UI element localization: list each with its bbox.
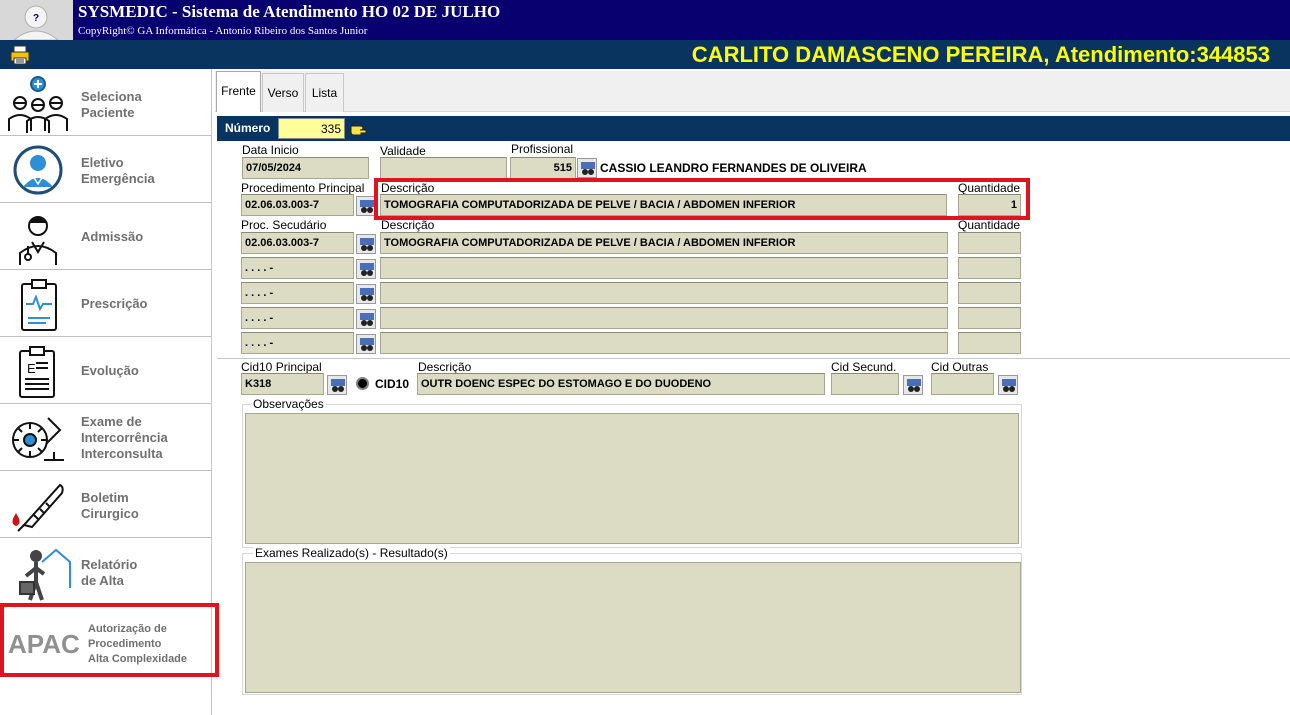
proc-principal-code-field[interactable]: 02.06.03.003-7 (241, 194, 354, 216)
proc-secundario-desc-field[interactable] (380, 282, 948, 304)
clipboard-pulse-icon (6, 276, 66, 332)
sidebar-item-label: Boletim Cirurgico (81, 490, 139, 521)
proc-secundario-code-field[interactable]: . . . . - (241, 332, 354, 354)
proc-secundario-search-icon[interactable] (356, 259, 376, 279)
proc-secundario-code-field[interactable]: . . . . - (241, 257, 354, 279)
cid10-radio-button[interactable] (356, 377, 369, 390)
proc-secundario-search-icon[interactable] (356, 334, 376, 354)
cid10-principal-label: Cid10 Principal (241, 360, 322, 374)
cid10-search-icon[interactable] (327, 375, 347, 395)
doctor-icon (6, 142, 66, 198)
window-title: SYSMEDIC - Sistema de Atendimento HO 02 … (78, 2, 501, 21)
section-divider (217, 358, 1290, 359)
admission-icon (6, 209, 66, 265)
tab-frente[interactable]: Frente (216, 71, 261, 112)
validade-label: Validade (380, 144, 426, 158)
cid-secund-label: Cid Secund. (831, 360, 897, 374)
profissional-label: Profissional (511, 142, 574, 156)
data-inicio-field[interactable]: 07/05/2024 (242, 157, 369, 179)
number-field[interactable]: 335 (278, 118, 345, 139)
sidebar-item-label: Admissão (81, 229, 144, 244)
svg-text:?: ? (33, 13, 39, 24)
tab-lista[interactable]: Lista (305, 73, 344, 112)
sidebar-item-label: Exame de Intercorrência Interconsulta (81, 414, 168, 461)
sidebar-item-label: Prescrição (81, 296, 148, 311)
proc-secundario-qty-field[interactable] (958, 257, 1021, 279)
proc-secundario-desc-field[interactable] (380, 257, 948, 279)
app-logo-icon: ? (0, 0, 73, 40)
exames-field[interactable] (245, 562, 1021, 693)
proc-principal-search-icon[interactable] (356, 196, 376, 216)
cid-outras-field[interactable] (931, 373, 994, 395)
sidebar-item-label: Eletivo Emergência (81, 155, 155, 186)
proc-secundario-qty-field[interactable] (958, 282, 1021, 304)
discharge-icon (6, 544, 71, 601)
printer-icon[interactable] (9, 44, 31, 66)
patient-attendance-info: CARLITO DAMASCENO PEREIRA, Atendimento:3… (691, 42, 1270, 67)
sidebar-item-apac[interactable]: APAC Autorização de Procedimento Alta Co… (0, 603, 219, 677)
sidebar-item-boletim-cirurgico[interactable]: Boletim Cirurgico (0, 471, 211, 538)
proc-secundario-label: Proc. Secudário (241, 218, 327, 232)
sidebar-item-seleciona-paciente[interactable]: Seleciona Paciente (0, 69, 211, 136)
proc-secundario-desc-field[interactable]: TOMOGRAFIA COMPUTADORIZADA DE PELVE / BA… (380, 232, 948, 254)
patient-bar: CARLITO DAMASCENO PEREIRA, Atendimento:3… (0, 40, 1290, 69)
patients-icon (6, 75, 68, 133)
sidebar-item-label: Relatório de Alta (81, 557, 138, 588)
apac-logo: APAC (8, 629, 80, 659)
highlight-box-procedure (374, 178, 1030, 220)
proc-secundario-qty-field[interactable] (958, 232, 1021, 254)
proc-secundario-code-field[interactable]: 02.06.03.003-7 (241, 232, 354, 254)
tab-verso[interactable]: Verso (262, 73, 304, 112)
sidebar-item-exame-intercorrencia[interactable]: Exame de Intercorrência Interconsulta (0, 404, 211, 471)
data-inicio-label: Data Inicio (242, 143, 299, 157)
cid10-desc-label: Descrição (418, 360, 472, 374)
cid10-radio-label: CID10 (375, 377, 410, 391)
sidebar-item-evolucao[interactable]: E Evolução (0, 337, 211, 404)
sidebar-item-admissao[interactable]: Admissão (0, 203, 211, 270)
sidebar-item-relatorio-alta[interactable]: Relatório de Alta (0, 538, 211, 605)
copyright-text: CopyRight© GA Informática - Antonio Ribe… (78, 25, 368, 37)
proc-secundario-search-icon[interactable] (356, 234, 376, 254)
proc-secundario-qty-field[interactable] (958, 307, 1021, 329)
svg-text:E: E (27, 361, 36, 376)
sidebar-item-label: Evolução (81, 363, 139, 378)
cid10-desc-field[interactable]: OUTR DOENC ESPEC DO ESTOMAGO E DO DUODEN… (417, 373, 825, 395)
exames-label: Exames Realizado(s) - Resultado(s) (253, 546, 450, 560)
proc-principal-label: Procedimento Principal (241, 181, 365, 195)
sidebar-item-eletivo-emergencia[interactable]: Eletivo Emergência (0, 136, 211, 203)
lab-exam-icon (6, 410, 66, 466)
sidebar-item-label: Autorização de Procedimento Alta Complex… (88, 623, 188, 665)
proc-secundario-qty-field[interactable] (958, 332, 1021, 354)
proc-secundario-qty-label: Quantidade (958, 218, 1021, 232)
cid-outras-label: Cid Outras (931, 360, 989, 374)
observacoes-field[interactable] (245, 413, 1019, 544)
sidebar-item-prescricao[interactable]: Prescrição (0, 270, 211, 337)
clipboard-chart-icon: E (6, 343, 66, 399)
pointing-hand-icon[interactable] (350, 120, 368, 137)
proc-secundario-desc-field[interactable] (380, 307, 948, 329)
profissional-code-field[interactable]: 515 (510, 157, 576, 179)
scalpel-icon (6, 477, 66, 533)
sidebar: Seleciona Paciente Eletivo Emergência Ad (0, 69, 219, 715)
number-bar: Número 335 (217, 116, 1290, 141)
proc-secundario-code-field[interactable]: . . . . - (241, 282, 354, 304)
tab-bar: Frente Verso Lista (215, 71, 1290, 112)
proc-secundario-desc-label: Descrição (381, 218, 435, 232)
sidebar-item-label: Seleciona Paciente (81, 89, 142, 120)
proc-secundario-search-icon[interactable] (356, 309, 376, 329)
proc-secundario-code-field[interactable]: . . . . - (241, 307, 354, 329)
number-label: Número (225, 121, 271, 135)
cid-secund-field[interactable] (831, 373, 899, 395)
proc-secundario-desc-field[interactable] (380, 332, 948, 354)
proc-secundario-search-icon[interactable] (356, 284, 376, 304)
profissional-name: CASSIO LEANDRO FERNANDES DE OLIVEIRA (600, 161, 867, 175)
profissional-search-icon[interactable] (577, 158, 597, 178)
validade-field[interactable] (380, 157, 507, 179)
cid-secund-search-icon[interactable] (903, 375, 923, 395)
cid-outras-search-icon[interactable] (998, 375, 1018, 395)
observacoes-label: Observações (251, 397, 326, 411)
cid10-code-field[interactable]: K318 (241, 373, 324, 395)
title-bar: ? SYSMEDIC - Sistema de Atendimento HO 0… (0, 0, 1290, 40)
